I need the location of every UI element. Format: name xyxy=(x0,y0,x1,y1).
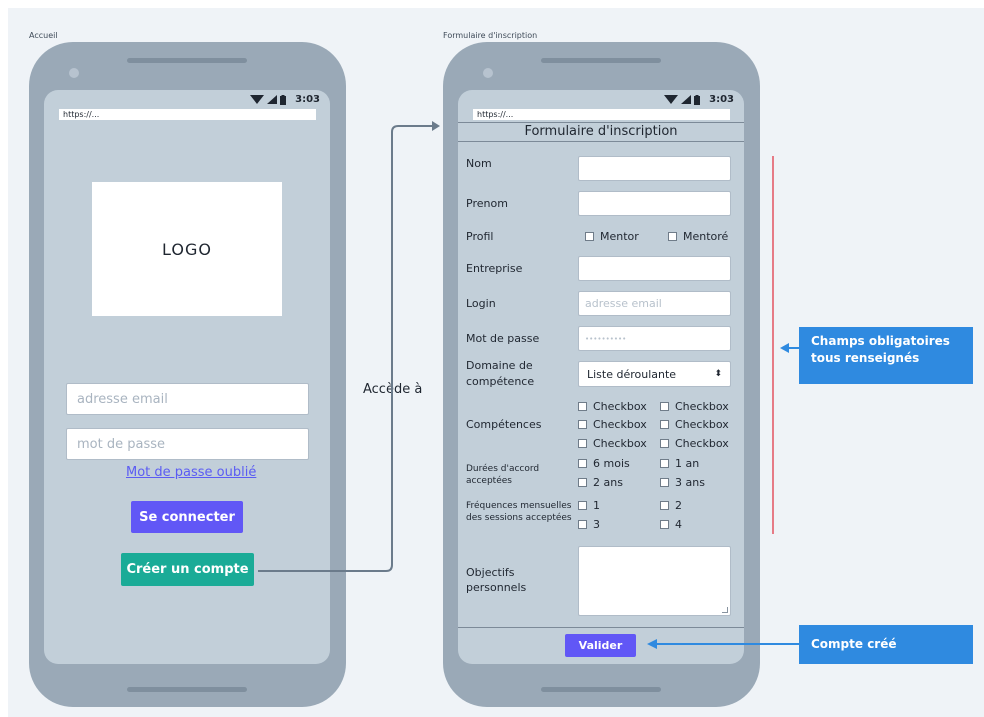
login-input[interactable]: adresse email xyxy=(578,291,731,316)
checkbox-frequence[interactable]: 1 xyxy=(578,499,600,512)
forgot-password-link[interactable]: Mot de passe oublié xyxy=(126,465,256,480)
submit-button[interactable]: Valider xyxy=(565,634,636,657)
flow-label: Accède à xyxy=(363,382,423,397)
checkbox-mentor[interactable]: Mentor xyxy=(585,230,639,243)
checkbox-competence[interactable]: Checkbox xyxy=(660,437,729,450)
status-time: 3:03 xyxy=(709,94,734,105)
note-required-fields: Champs obligatoires tous renseignés xyxy=(799,327,973,384)
label-domaine-2: compétence xyxy=(466,375,535,388)
password-input[interactable]: mot de passe xyxy=(66,428,309,460)
status-time: 3:03 xyxy=(295,94,320,105)
label-login: Login xyxy=(466,297,496,310)
checkbox-competence[interactable]: Checkbox xyxy=(578,418,647,431)
phone-accueil: 3:03 https://... LOGO adresse email mot … xyxy=(29,42,346,707)
frame-label-inscription: Formulaire d'inscription xyxy=(443,31,538,40)
label-domaine-1: Domaine de xyxy=(466,359,533,372)
label-password: Mot de passe xyxy=(466,332,540,345)
checkbox-duree[interactable]: 3 ans xyxy=(660,476,705,489)
speaker-grille xyxy=(541,58,661,63)
label-durees-2: acceptées xyxy=(466,476,512,486)
select-arrows-icon: ⬍ xyxy=(714,369,722,379)
form-footer-divider xyxy=(458,627,744,628)
checkbox-competence[interactable]: Checkbox xyxy=(578,400,647,413)
checkbox-mentore[interactable]: Mentoré xyxy=(668,230,728,243)
form-title: Formulaire d'inscription xyxy=(458,122,744,142)
checkbox-duree[interactable]: 1 an xyxy=(660,457,699,470)
checkbox-competence[interactable]: Checkbox xyxy=(660,400,729,413)
logo-placeholder: LOGO xyxy=(92,182,282,316)
checkbox-duree[interactable]: 6 mois xyxy=(578,457,630,470)
select-value: Liste déroulante xyxy=(587,367,677,381)
nom-input[interactable] xyxy=(578,156,731,181)
checkbox-frequence[interactable]: 3 xyxy=(578,518,600,531)
url-bar[interactable]: https://... xyxy=(473,109,730,120)
phone-inscription: 3:03 https://... Formulaire d'inscriptio… xyxy=(443,42,760,707)
label-durees-1: Durées d'accord xyxy=(466,464,540,474)
home-bar xyxy=(541,687,661,692)
connect-button[interactable]: Se connecter xyxy=(131,501,243,533)
battery-icon xyxy=(694,94,701,105)
label-entreprise: Entreprise xyxy=(466,262,523,275)
url-bar[interactable]: https://... xyxy=(59,109,316,120)
note-account-created: Compte créé xyxy=(799,625,973,664)
label-nom: Nom xyxy=(466,157,492,170)
label-frequences-1: Fréquences mensuelles xyxy=(466,501,572,511)
label-prenom: Prenom xyxy=(466,197,508,210)
wifi-icon xyxy=(664,95,679,104)
password-input[interactable]: •••••••••• xyxy=(578,326,731,351)
speaker-grille xyxy=(127,58,247,63)
domaine-select[interactable]: Liste déroulante ⬍ xyxy=(578,361,731,387)
label-competences: Compétences xyxy=(466,418,542,431)
label-objectifs-1: Objectifs xyxy=(466,566,515,579)
home-bar xyxy=(127,687,247,692)
checkbox-competence[interactable]: Checkbox xyxy=(660,418,729,431)
status-bar: 3:03 xyxy=(664,94,734,105)
camera-icon xyxy=(69,68,79,78)
signal-icon xyxy=(267,95,278,104)
checkbox-duree[interactable]: 2 ans xyxy=(578,476,623,489)
prenom-input[interactable] xyxy=(578,191,731,216)
checkbox-frequence[interactable]: 4 xyxy=(660,518,682,531)
label-frequences-2: des sessions acceptées xyxy=(466,513,572,523)
screen-inscription: 3:03 https://... Formulaire d'inscriptio… xyxy=(458,90,744,664)
status-bar: 3:03 xyxy=(250,94,320,105)
battery-icon xyxy=(280,94,287,105)
wifi-icon xyxy=(250,95,265,104)
screen-accueil: 3:03 https://... LOGO adresse email mot … xyxy=(44,90,330,664)
create-account-button[interactable]: Créer un compte xyxy=(121,553,254,586)
frame-label-accueil: Accueil xyxy=(29,31,58,40)
resize-handle-icon[interactable] xyxy=(722,607,728,613)
signal-icon xyxy=(681,95,692,104)
objectifs-textarea[interactable] xyxy=(578,546,731,616)
email-input[interactable]: adresse email xyxy=(66,383,309,415)
entreprise-input[interactable] xyxy=(578,256,731,281)
camera-icon xyxy=(483,68,493,78)
checkbox-competence[interactable]: Checkbox xyxy=(578,437,647,450)
label-objectifs-2: personnels xyxy=(466,581,527,594)
checkbox-frequence[interactable]: 2 xyxy=(660,499,682,512)
label-profil: Profil xyxy=(466,230,494,243)
